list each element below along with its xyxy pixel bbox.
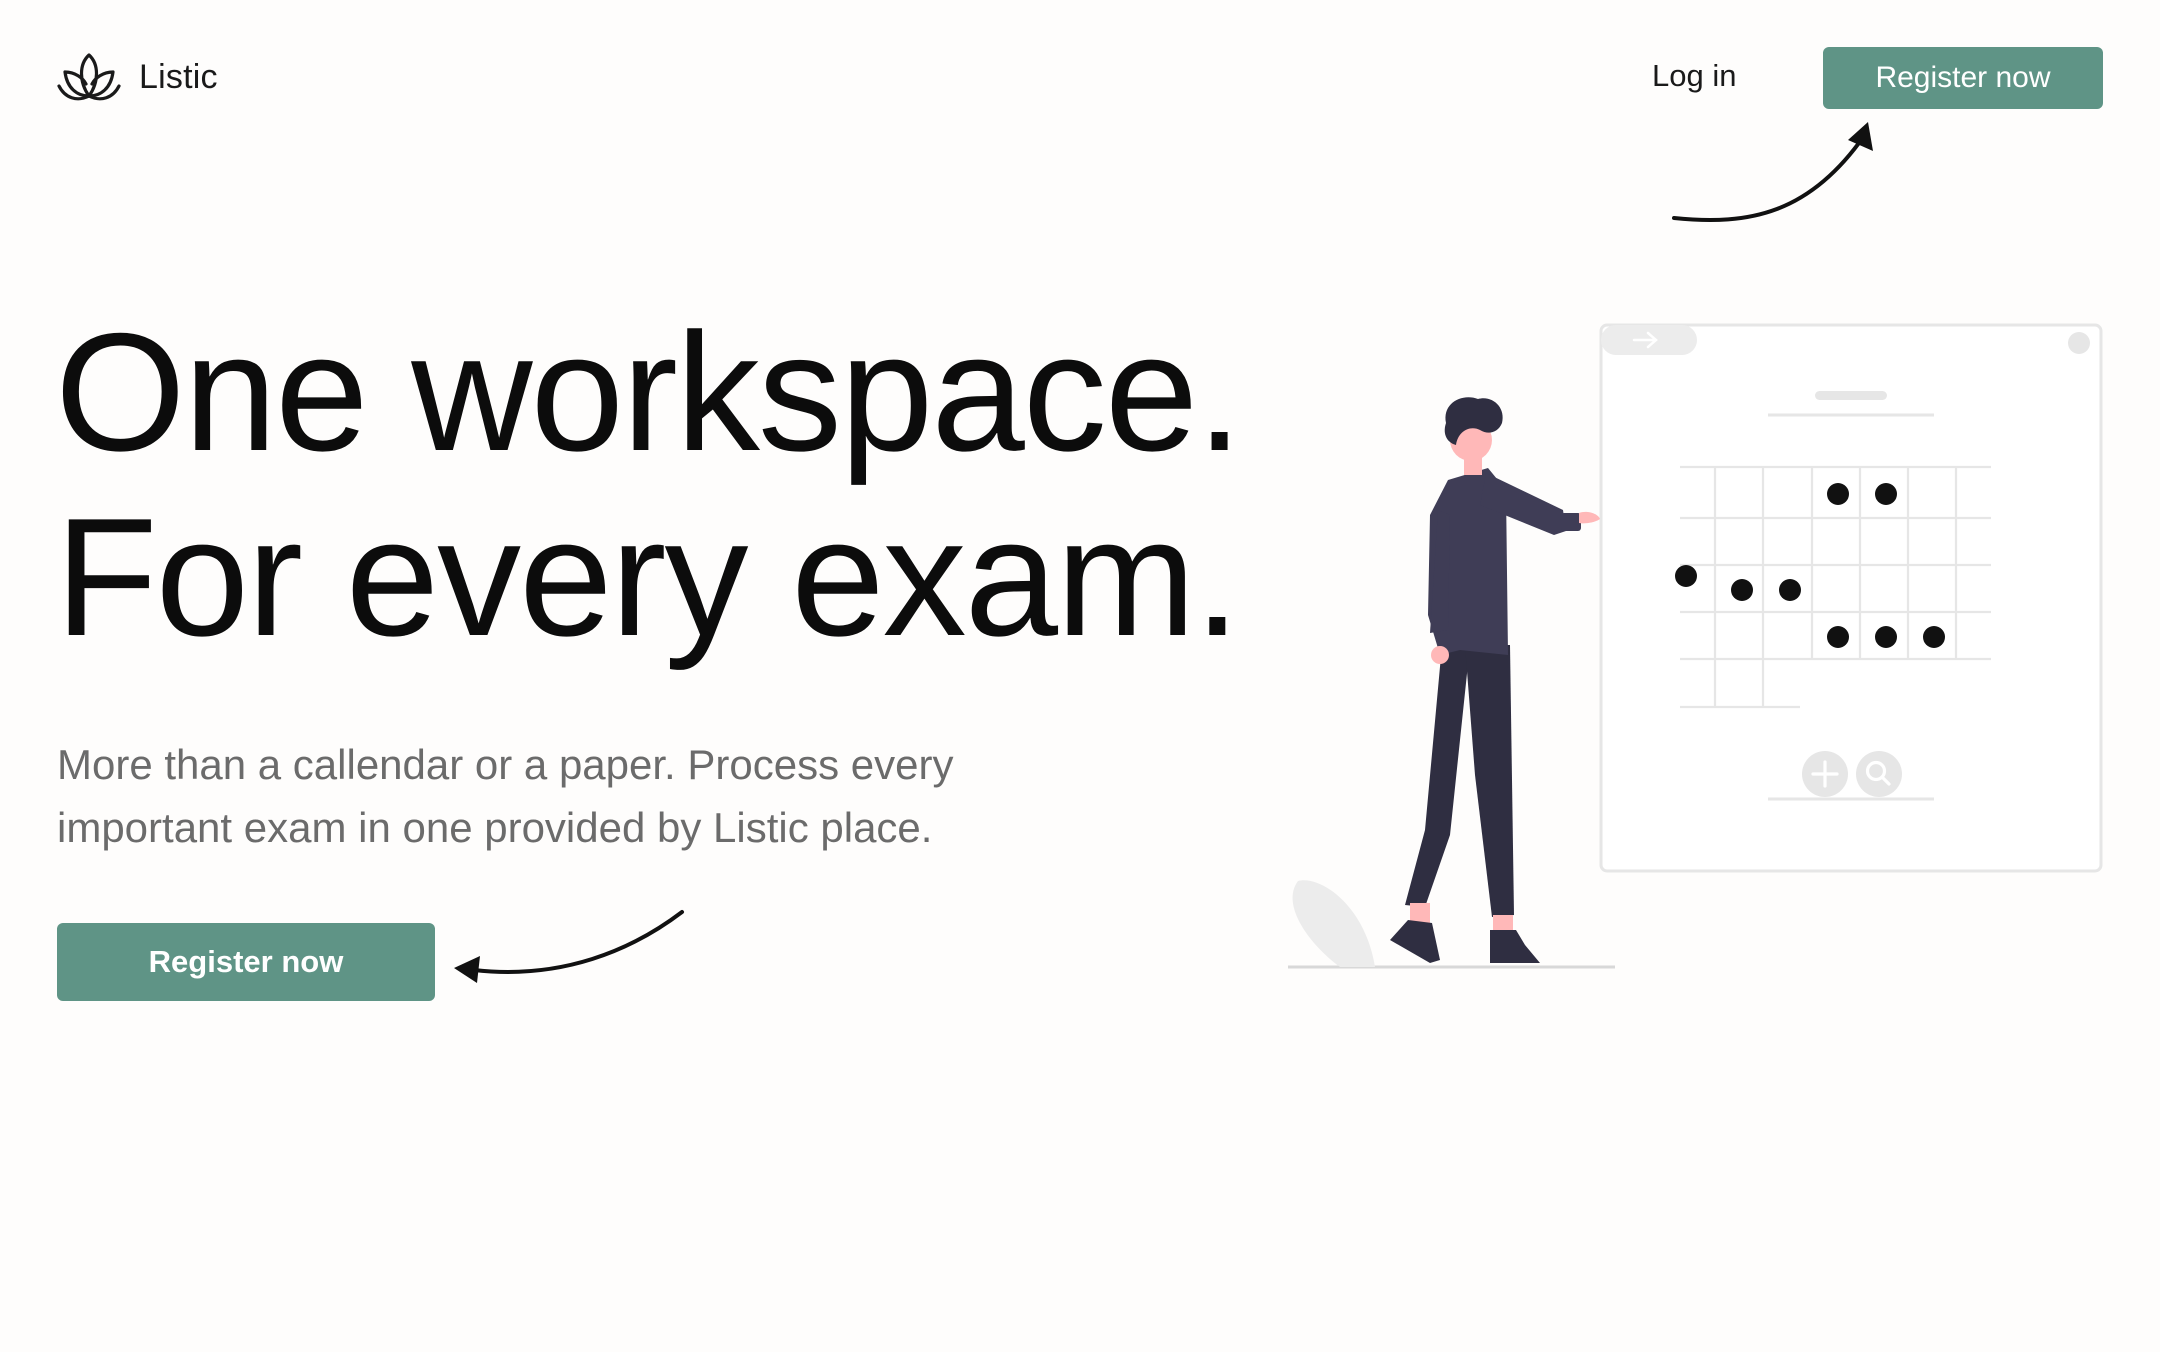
register-button-hero[interactable]: Register now xyxy=(57,923,435,1001)
person-figure xyxy=(1390,397,1600,963)
hero-title: One workspace. For every exam. xyxy=(55,298,1243,671)
plant-icon xyxy=(1292,880,1375,967)
header-arrow-icon xyxy=(1672,122,1873,223)
register-button-header[interactable]: Register now xyxy=(1823,47,2103,109)
landing-page: Listic Log in Register now One workspace… xyxy=(0,0,2160,1352)
brand-name: Listic xyxy=(139,57,218,96)
login-link[interactable]: Log in xyxy=(1652,58,1736,94)
hero-title-line-2: For every exam. xyxy=(55,483,1241,671)
hero-arrow-icon xyxy=(454,910,684,983)
person-calendar-illustration xyxy=(1288,323,2103,969)
hero-subtitle: More than a callendar or a paper. Proces… xyxy=(57,741,954,851)
brand[interactable]: Listic xyxy=(57,50,218,104)
calendar-board xyxy=(1599,323,2103,873)
hero-title-line-1: One workspace. xyxy=(55,298,1243,486)
lotus-icon xyxy=(57,53,121,101)
